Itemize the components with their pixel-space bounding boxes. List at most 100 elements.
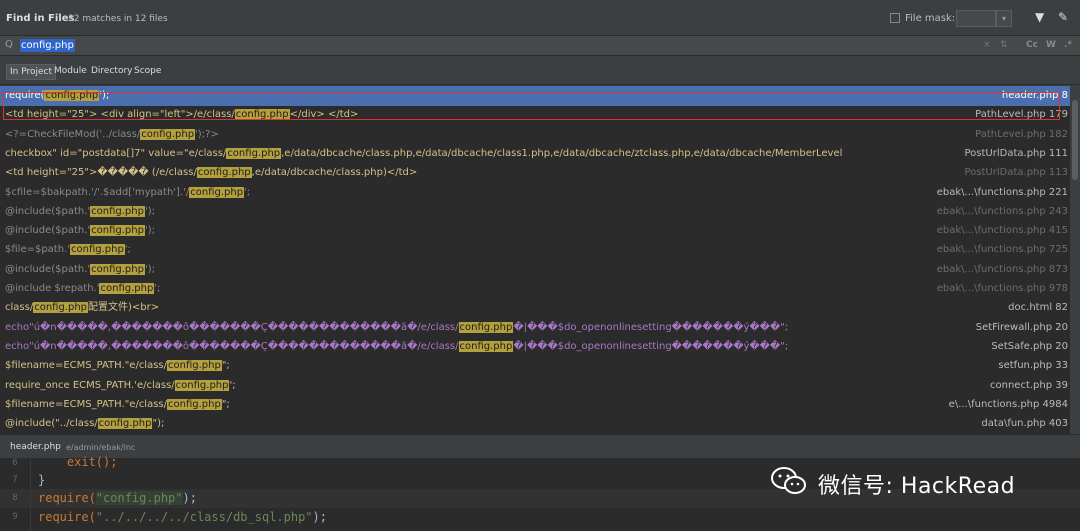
file-mask-dropdown[interactable]: ▾ bbox=[996, 10, 1012, 27]
result-code-before: $filename=ECMS_PATH."e/class/ bbox=[5, 398, 168, 410]
result-code: $file=$path.'config.php'; bbox=[5, 240, 935, 259]
result-row[interactable]: $filename=ECMS_PATH."e/class/config.php"… bbox=[0, 356, 1070, 376]
preview-file-dir: e/admin/ebak/inc bbox=[66, 443, 136, 452]
line-number: 8 bbox=[12, 493, 18, 503]
result-code: <?=CheckFileMod('../class/config.php');?… bbox=[5, 125, 935, 144]
result-row[interactable]: <td height="25">����� (/e/class/config.p… bbox=[0, 163, 1070, 183]
match-case-toggle[interactable]: Cc bbox=[1026, 40, 1038, 50]
file-mask-checkbox[interactable] bbox=[890, 13, 900, 23]
result-location: setfun.php 33 bbox=[998, 360, 1068, 372]
find-in-files-header: Find in Files 32 matches in 12 files Fil… bbox=[0, 0, 1080, 36]
result-location: doc.html 82 bbox=[1008, 302, 1068, 314]
result-code: @include($path.'config.php'); bbox=[5, 221, 935, 240]
result-match-highlight: config.php bbox=[458, 340, 514, 352]
file-mask-input[interactable] bbox=[956, 10, 996, 27]
result-location: SetSafe.php 20 bbox=[991, 340, 1068, 352]
result-code-before: @include($path.' bbox=[5, 225, 91, 237]
results-scrollbar-thumb[interactable] bbox=[1072, 100, 1078, 180]
result-row[interactable]: @include($path.'config.php'); ebak\...\fu… bbox=[0, 202, 1070, 222]
search-icon[interactable]: Q bbox=[5, 39, 13, 50]
result-location: SetFirewall.php 20 bbox=[975, 321, 1068, 333]
result-code-after: "; bbox=[221, 398, 230, 410]
scope-custom[interactable]: Scope bbox=[134, 66, 161, 76]
dialog-title: Find in Files bbox=[6, 13, 75, 24]
whole-word-toggle[interactable]: W bbox=[1046, 40, 1056, 50]
scope-in-project[interactable]: In Project bbox=[6, 64, 57, 80]
result-match-highlight: config.php bbox=[167, 360, 222, 372]
pin-icon[interactable]: ✎ bbox=[1058, 10, 1068, 24]
scope-module[interactable]: Module bbox=[54, 66, 87, 76]
result-row[interactable]: @include("../class/config.php"); data\fun… bbox=[0, 414, 1070, 434]
result-code: echo"ú�n�����,�������ô�������Ç����������… bbox=[5, 337, 935, 356]
result-row[interactable]: echo"ú�n�����,�������ô�������Ç����������… bbox=[0, 318, 1070, 338]
result-code-before: $cfile=$bakpath.'/'.$add['mypath'].'/ bbox=[5, 186, 190, 198]
line-number: 7 bbox=[12, 475, 18, 485]
result-location: PostUrlData.php 113 bbox=[964, 167, 1069, 179]
result-code-before: @include $repath.' bbox=[5, 283, 100, 294]
regex-toggle[interactable]: .* bbox=[1064, 40, 1072, 50]
line-number: 9 bbox=[12, 512, 18, 522]
scope-directory[interactable]: Directory bbox=[91, 66, 132, 76]
clear-icon[interactable]: × bbox=[983, 40, 991, 50]
result-location: ebak\...\functions.php 978 bbox=[936, 283, 1068, 294]
result-code-after: '; bbox=[229, 379, 236, 391]
result-code-after: ');?> bbox=[195, 128, 219, 140]
result-code-after: '; bbox=[124, 244, 131, 256]
result-match-highlight: config.php bbox=[33, 302, 89, 314]
result-row[interactable]: $file=$path.'config.php'; ebak\...\functi… bbox=[0, 240, 1070, 260]
file-mask-label: File mask: bbox=[905, 13, 956, 24]
result-code: $filename=ECMS_PATH."e/class/config.php"… bbox=[5, 395, 935, 414]
result-code-after: �|���$do_openonlinesetting�������ý���"; bbox=[513, 340, 789, 352]
result-code: @include($path.'config.php'); bbox=[5, 202, 935, 221]
result-match-highlight: config.php bbox=[99, 283, 155, 294]
result-row[interactable]: @include $repath.'config.php'; ebak\...\f… bbox=[0, 279, 1070, 299]
result-code-before: echo"ú�n�����,�������ô�������Ç����������… bbox=[5, 321, 459, 333]
code-end: ); bbox=[182, 491, 197, 505]
result-code: @include $repath.'config.php'; bbox=[5, 279, 935, 298]
result-row[interactable]: $filename=ECMS_PATH."e/class/config.php"… bbox=[0, 395, 1070, 415]
watermark-text: 微信号: HackRead bbox=[818, 474, 1016, 499]
result-row[interactable]: echo"ú�n�����,�������ô�������Ç����������… bbox=[0, 337, 1070, 357]
result-match-highlight: config.php bbox=[140, 128, 196, 140]
result-code-after: ,e/data/dbcache/class.php,e/data/dbcache… bbox=[281, 147, 843, 159]
preview-path-bar: header.php e/admin/ebak/inc bbox=[0, 434, 1080, 458]
result-code: require_once ECMS_PATH.'e/class/config.p… bbox=[5, 376, 935, 395]
search-input[interactable]: config.php bbox=[20, 39, 75, 52]
result-match-highlight: config.php bbox=[226, 147, 282, 159]
result-match-highlight: config.php bbox=[189, 186, 245, 198]
result-row[interactable]: checkbox" id="postdata[]7" value="e/clas… bbox=[0, 144, 1070, 164]
history-icon[interactable]: ⇅ bbox=[1000, 40, 1008, 50]
result-code-after: ,e/data/dbcache/class.php)</td> bbox=[251, 167, 418, 179]
result-code-after: '); bbox=[144, 263, 155, 275]
result-match-highlight: config.php bbox=[90, 205, 145, 217]
result-code-before: checkbox" id="postdata[]7" value="e/clas… bbox=[5, 147, 227, 159]
code-keyword: require( bbox=[38, 491, 96, 505]
result-code-before: @include($path.' bbox=[5, 205, 91, 217]
result-row[interactable]: class/config.php配置文件)<br> doc.html 82 bbox=[0, 298, 1070, 318]
result-row[interactable]: <?=CheckFileMod('../class/config.php');?… bbox=[0, 125, 1070, 145]
scope-bar: In Project Module Directory Scope bbox=[0, 57, 1080, 85]
result-row[interactable]: @include($path.'config.php'); ebak\...\fu… bbox=[0, 221, 1070, 241]
watermark: 微信号: HackRead bbox=[770, 462, 1060, 504]
result-code-before: require_once ECMS_PATH.'e/class/ bbox=[5, 379, 175, 391]
gutter-divider bbox=[30, 458, 31, 531]
code-line: require("config.php"); bbox=[38, 491, 197, 505]
result-code-before: class/ bbox=[5, 302, 34, 314]
code-line: require("../../../../class/db_sql.php"); bbox=[38, 510, 327, 524]
result-match-highlight: config.php bbox=[90, 263, 145, 275]
result-match-highlight: config.php bbox=[97, 418, 153, 430]
wechat-icon bbox=[771, 467, 806, 494]
result-code-after: '); bbox=[144, 225, 155, 237]
result-row[interactable]: require_once ECMS_PATH.'e/class/config.p… bbox=[0, 376, 1070, 396]
result-code-before: echo"ú�n�����,�������ô�������Ç����������… bbox=[5, 340, 459, 352]
result-row[interactable]: @include($path.'config.php'); ebak\...\fu… bbox=[0, 260, 1070, 280]
filter-icon[interactable]: ▼ bbox=[1035, 10, 1044, 24]
search-bar: Q config.php × ⇅ Cc W .* bbox=[0, 36, 1080, 56]
result-code: $filename=ECMS_PATH."e/class/config.php"… bbox=[5, 356, 935, 375]
result-code-before: $filename=ECMS_PATH."e/class/ bbox=[5, 360, 168, 372]
result-code-after: "); bbox=[152, 418, 165, 430]
result-match-highlight: config.php bbox=[174, 379, 230, 391]
code-string: "../../../../class/db_sql.php" bbox=[95, 510, 313, 524]
result-row[interactable]: $cfile=$bakpath.'/'.$add['mypath'].'/con… bbox=[0, 183, 1070, 203]
result-match-highlight: config.php bbox=[196, 167, 252, 179]
